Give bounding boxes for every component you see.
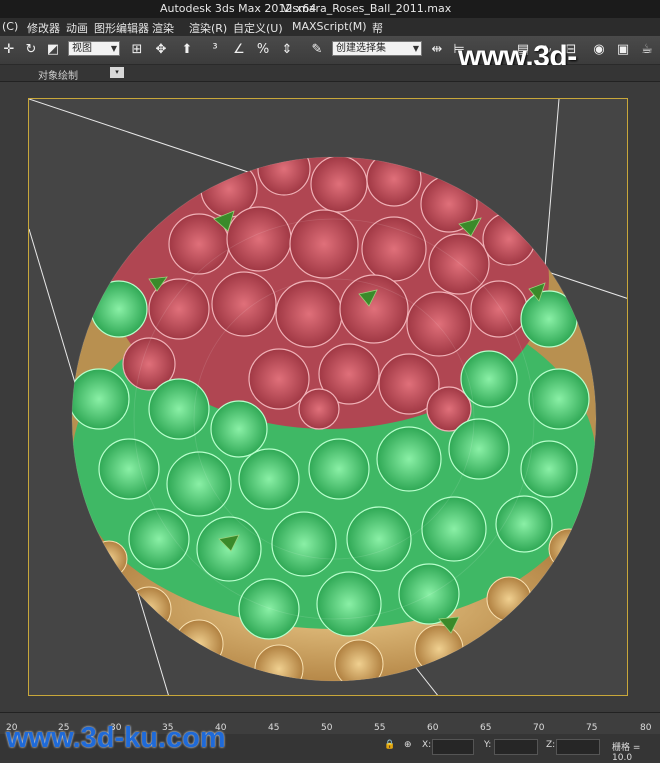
angle-snap-icon[interactable]: ∠ — [230, 40, 248, 58]
lock-icon[interactable]: 🔒 — [384, 740, 395, 750]
timeline-tick: 45 — [268, 723, 280, 733]
timeline-tick: 75 — [586, 723, 598, 733]
menu-item-rendering[interactable]: 渲染(R) — [189, 20, 227, 36]
x-label: X: — [422, 740, 432, 750]
mirror-icon[interactable]: ⇹ — [428, 40, 446, 58]
y-coordinate-field[interactable] — [494, 739, 538, 755]
timeline-tick: 65 — [480, 723, 492, 733]
selection-set-dropdown[interactable]: 创建选择集 — [332, 41, 422, 56]
title-bar: Autodesk 3ds Max 2012 x64 Vismara_Roses_… — [0, 0, 660, 18]
percent-snap-icon[interactable]: % — [254, 40, 272, 58]
timeline-tick: 55 — [374, 723, 386, 733]
scale-icon[interactable]: ◩ — [44, 40, 62, 58]
y-label: Y: — [484, 740, 492, 750]
move-icon[interactable]: ✥ — [152, 40, 170, 58]
perspective-viewport[interactable] — [28, 98, 628, 696]
x-coordinate-field[interactable] — [432, 739, 474, 755]
z-coordinate-field[interactable] — [556, 739, 600, 755]
ribbon-bar: 对象绘制 ▾ — [0, 65, 660, 82]
rose-ball-render — [29, 99, 627, 695]
timeline-tick: 60 — [427, 723, 439, 733]
menu-item-maxscript[interactable]: MAXScript(M) — [292, 20, 367, 33]
menu-item-customize[interactable]: 自定义(U) — [233, 20, 283, 36]
menu-bar: (C) 修改器 动画 图形编辑器 渲染 渲染(R) 自定义(U) MAXScri… — [0, 18, 660, 36]
main-toolbar: ✛ ↻ ◩ 视图 ⊞ ✥ ⬆ ³ ∠ % ⇕ ✎ 创建选择集 ⇹ ⊨ ▤ ∿ ⊟… — [0, 36, 660, 107]
spinner-snap-icon[interactable]: ⇕ — [278, 40, 296, 58]
timeline-tick: 50 — [321, 723, 333, 733]
watermark-text: www.3d-ku.com — [6, 722, 226, 754]
edit-named-sets-icon[interactable]: ✎ — [308, 40, 326, 58]
file-name: Vismara_Roses_Ball_2011.max — [282, 2, 452, 15]
ribbon-label[interactable]: 对象绘制 — [38, 67, 78, 82]
snap-icon[interactable]: ³ — [206, 40, 224, 58]
absolute-mode-icon[interactable]: ⊕ — [404, 740, 412, 750]
menu-item-graph-editors[interactable]: 图形编辑器 — [94, 20, 149, 36]
menu-item-animation[interactable]: 动画 — [66, 20, 88, 36]
z-label: Z: — [546, 740, 556, 750]
ribbon-dropdown-button[interactable]: ▾ — [110, 67, 124, 78]
menu-item-render-cn[interactable]: 渲染 — [152, 20, 174, 36]
select-move-icon[interactable]: ✛ — [0, 40, 18, 58]
menu-item-c[interactable]: (C) — [2, 20, 18, 33]
view-dropdown[interactable]: 视图 — [68, 41, 120, 56]
pivot-icon[interactable]: ⊞ — [128, 40, 146, 58]
menu-item-help[interactable]: 帮 — [372, 20, 383, 36]
menu-item-modifiers[interactable]: 修改器 — [27, 20, 60, 36]
timeline-tick: 80 — [640, 723, 652, 733]
rotate-icon[interactable]: ↻ — [22, 40, 40, 58]
manipulate-icon[interactable]: ⬆ — [178, 40, 196, 58]
timeline-tick: 70 — [533, 723, 545, 733]
